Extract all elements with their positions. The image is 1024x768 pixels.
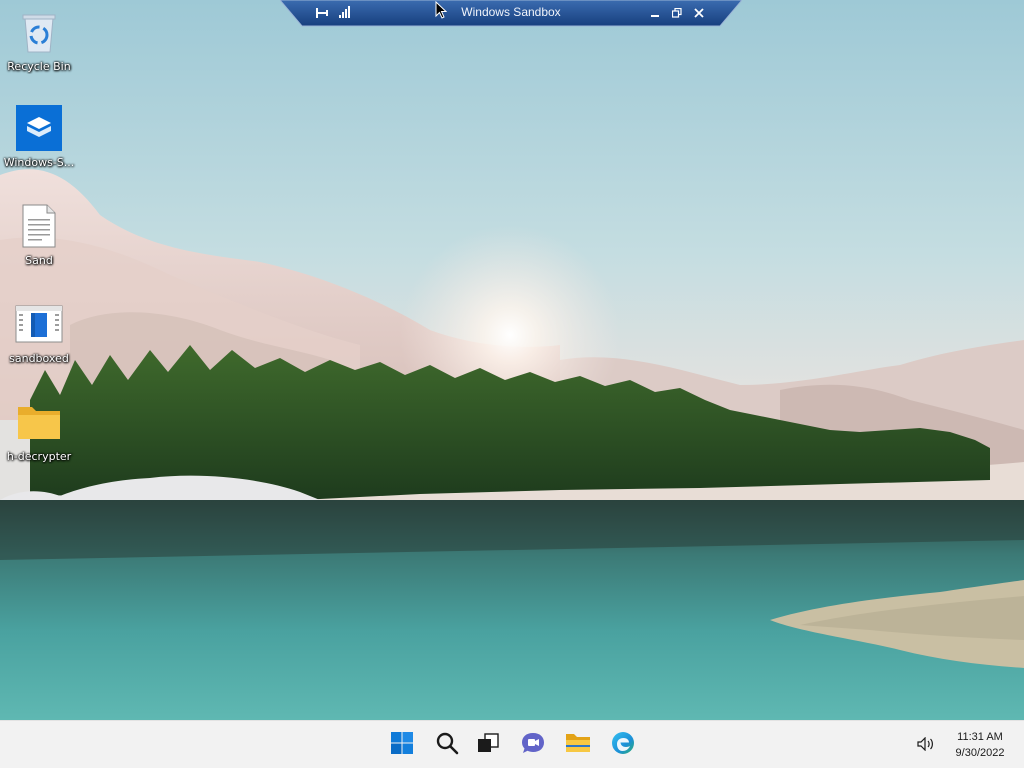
desktop-icon-label: Recycle Bin bbox=[7, 60, 71, 73]
edge-button[interactable] bbox=[605, 727, 641, 763]
mouse-cursor-icon bbox=[435, 0, 448, 23]
start-icon bbox=[390, 731, 414, 759]
task-view-icon bbox=[476, 732, 500, 758]
desktop-icon-sandboxed[interactable]: sandboxed bbox=[2, 300, 76, 366]
desktop-icon-h-decrypter[interactable]: h-decrypter bbox=[2, 398, 76, 464]
minimize-button[interactable] bbox=[646, 4, 664, 20]
task-view-button[interactable] bbox=[470, 727, 506, 763]
wallpaper bbox=[0, 0, 1024, 720]
volume-button[interactable] bbox=[912, 733, 940, 757]
restore-icon bbox=[671, 3, 682, 22]
desktop-icon-label: Sand bbox=[25, 254, 53, 267]
desktop[interactable]: Recycle Bin Windows-S... Sand sandboxed … bbox=[0, 0, 1024, 720]
restore-button[interactable] bbox=[668, 4, 686, 20]
desktop-icon-label: sandboxed bbox=[9, 352, 69, 365]
clock-time: 11:31 AM bbox=[957, 731, 1003, 743]
chat-icon bbox=[520, 731, 546, 759]
close-icon bbox=[694, 3, 704, 22]
edge-icon bbox=[610, 730, 636, 760]
file-explorer-button[interactable] bbox=[560, 727, 596, 763]
recycle-bin-icon bbox=[15, 8, 63, 56]
text-document-icon bbox=[15, 202, 63, 250]
desktop-icon-recycle-bin[interactable]: Recycle Bin bbox=[2, 8, 76, 74]
file-explorer-icon bbox=[565, 732, 591, 758]
minimize-icon bbox=[650, 3, 660, 22]
desktop-icon-label: h-decrypter bbox=[6, 450, 72, 463]
close-button[interactable] bbox=[690, 4, 708, 20]
start-button[interactable] bbox=[384, 727, 420, 763]
application-window-icon bbox=[15, 300, 63, 348]
desktop-icon-label: Windows-S... bbox=[3, 156, 75, 169]
folder-icon bbox=[15, 398, 63, 446]
chat-button[interactable] bbox=[515, 727, 551, 763]
clock-date: 9/30/2022 bbox=[955, 747, 1005, 759]
volume-icon bbox=[917, 736, 935, 755]
taskbar: 11:31 AM 9/30/2022 bbox=[0, 720, 1024, 768]
desktop-icon-windows-sandbox[interactable]: Windows-S... bbox=[2, 104, 76, 170]
search-button[interactable] bbox=[429, 727, 465, 763]
taskbar-clock[interactable]: 11:31 AM 9/30/2022 bbox=[940, 729, 1020, 761]
search-icon bbox=[435, 731, 459, 759]
windows-sandbox-icon bbox=[15, 104, 63, 152]
desktop-icon-sand[interactable]: Sand bbox=[2, 202, 76, 268]
sandbox-connection-bar[interactable]: Windows Sandbox bbox=[280, 0, 742, 27]
